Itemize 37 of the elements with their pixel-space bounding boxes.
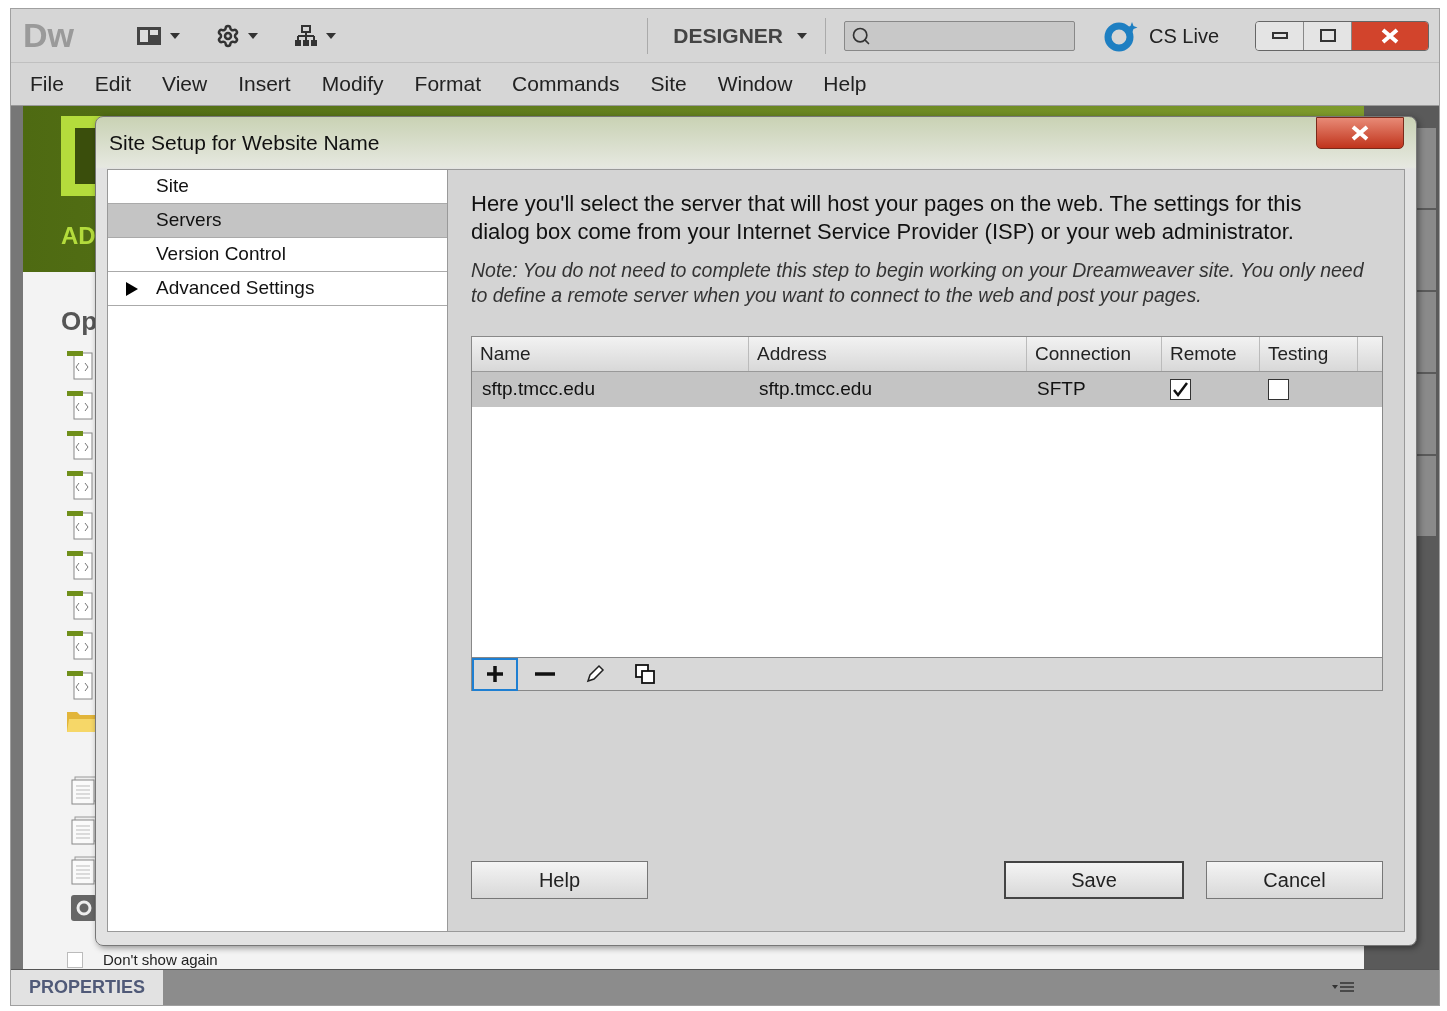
server-row[interactable]: sftp.tmcc.edu sftp.tmcc.edu SFTP <box>472 372 1382 407</box>
properties-tab[interactable]: PROPERTIES <box>11 970 164 1005</box>
menu-item[interactable]: File <box>30 68 64 100</box>
column-header[interactable]: Name <box>472 337 749 371</box>
menu-item[interactable]: Modify <box>321 68 384 100</box>
menu-item[interactable]: Edit <box>94 68 132 100</box>
table-cell-text: sftp.tmcc.edu <box>758 377 873 402</box>
column-header[interactable]: Address <box>749 337 1027 371</box>
column-header[interactable]: Remote <box>1162 337 1260 371</box>
description-text: Here you'll select the server that will host your pages on the web. The settings for this dialog box come from your Internet Service Provider (ISP) or your web administrator. <box>471 190 1303 246</box>
app-logo: Dw <box>23 15 75 56</box>
banner-text: AD <box>61 221 96 251</box>
category-label: Version Control <box>156 242 286 267</box>
workspace-dropdown[interactable]: DESIGNER <box>673 19 807 52</box>
category-label: Servers <box>156 208 222 233</box>
dialog-button[interactable]: Save <box>1004 861 1184 899</box>
table-cell-text: sftp.tmcc.edu <box>481 377 596 402</box>
dialog-title: Site Setup for Website Name <box>109 130 380 157</box>
menu-item[interactable]: View <box>162 68 208 100</box>
menu-item[interactable]: Insert <box>238 68 291 100</box>
menu-item[interactable]: Help <box>823 68 867 100</box>
table-cell-text: SFTP <box>1036 377 1087 402</box>
menu-item[interactable]: Window <box>717 68 793 100</box>
category-item[interactable]: Servers <box>108 204 447 238</box>
category-label: Advanced Settings <box>156 276 315 301</box>
menu-item[interactable]: Format <box>414 68 482 100</box>
menu-item[interactable]: Site <box>650 68 687 100</box>
menu-item[interactable]: Commands <box>512 68 620 100</box>
dialog-button[interactable]: Help <box>471 861 648 899</box>
column-header[interactable]: Connection <box>1027 337 1162 371</box>
cs-live-label[interactable]: CS Live <box>1148 20 1219 51</box>
category-label: Site <box>156 174 189 199</box>
dont-show-label: Don't show again <box>103 952 218 968</box>
dialog-button[interactable]: Cancel <box>1206 861 1383 899</box>
panel-heading: Op <box>61 305 99 338</box>
column-header[interactable]: Testing <box>1260 337 1358 371</box>
note-text: Note: You do not need to complete this step to begin working on your Dreamweaver site. You only need to define a remote server when you want to connect to the web and post your pages. <box>471 258 1365 308</box>
